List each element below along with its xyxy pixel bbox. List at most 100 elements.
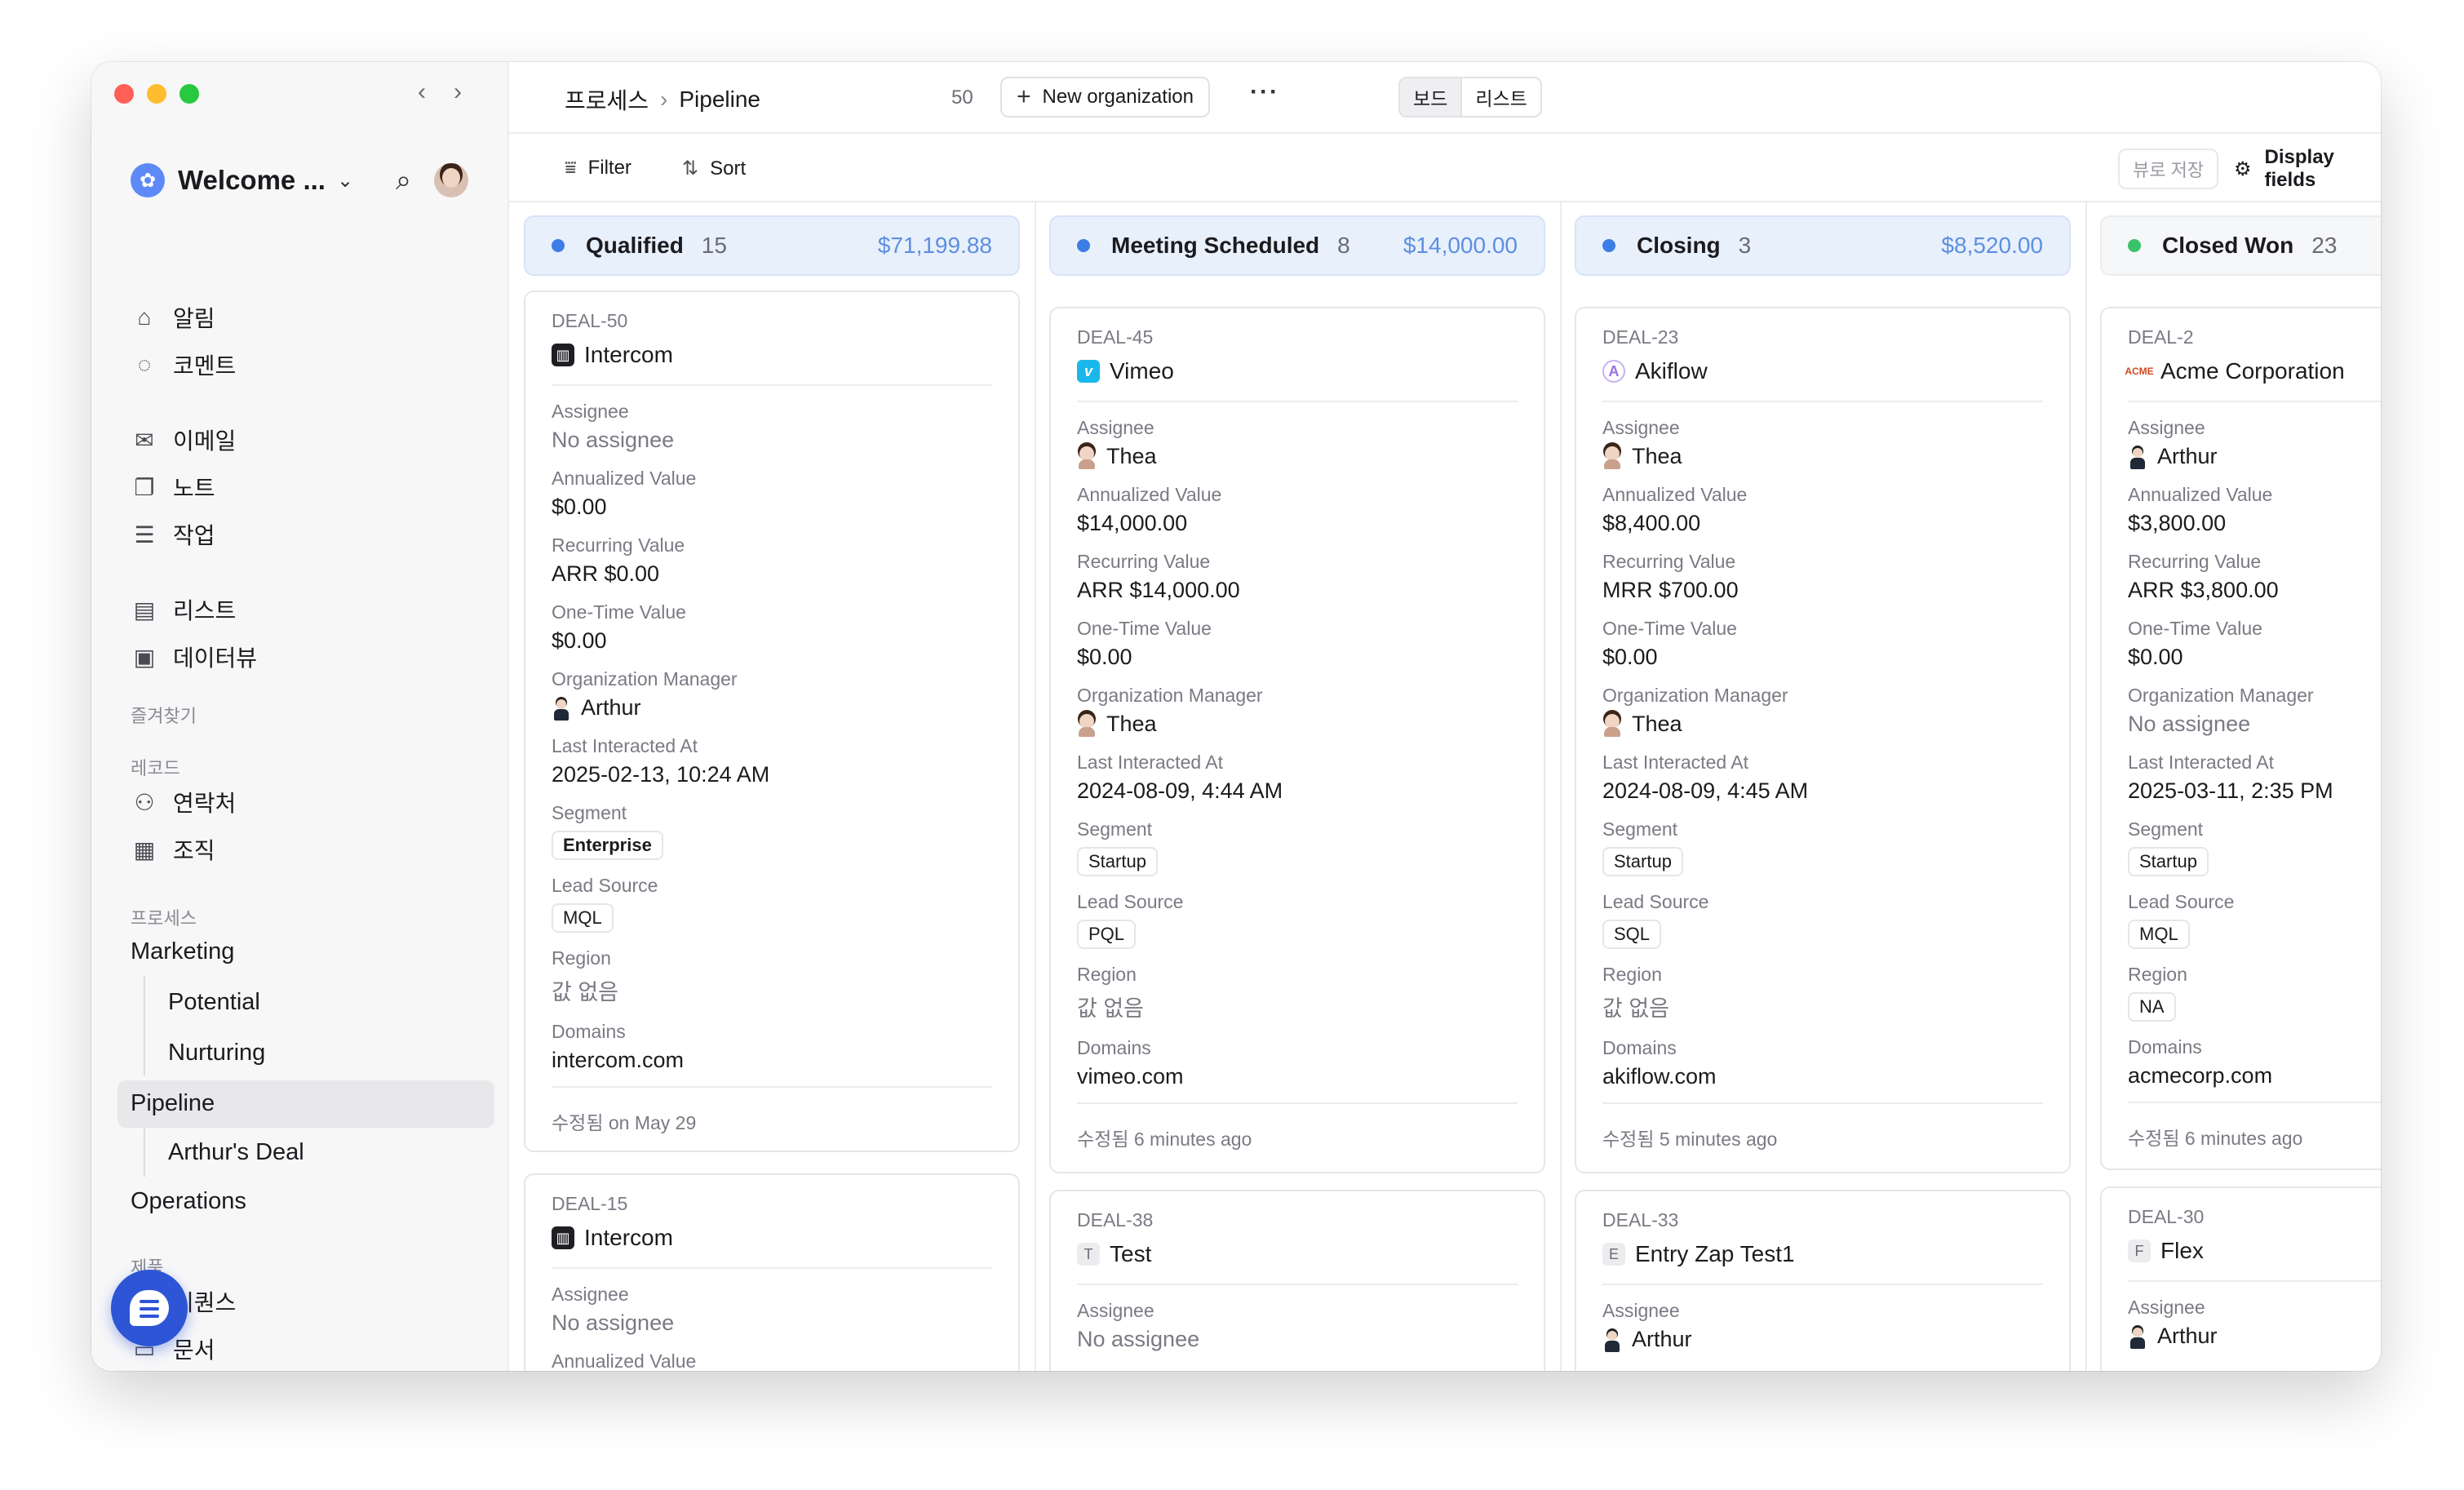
sidebar-item-label: 작업: [173, 523, 215, 548]
deal-card[interactable]: DEAL-30 F Flex Assignee Arthur: [2100, 1186, 2381, 1371]
org-letter-icon: F: [2128, 1239, 2151, 1262]
sidebar-item-contacts[interactable]: ⚇ 연락처: [131, 782, 236, 823]
sidebar-item-dataview[interactable]: ▣ 데이터뷰: [131, 636, 257, 677]
arthur-avatar-icon: [2128, 445, 2147, 469]
arthur-avatar-icon: [1602, 1328, 1622, 1352]
assignee-value: Thea: [1602, 444, 2043, 469]
sidebar-item-arthurs-deal[interactable]: Arthur's Deal: [168, 1139, 304, 1166]
field-label: One-Time Value: [2128, 618, 2262, 639]
field-label: Assignee: [552, 1284, 629, 1305]
field-label: Region: [1602, 964, 1662, 985]
checklist-icon: ☰: [134, 521, 155, 548]
forward-arrow-icon[interactable]: ›: [454, 78, 462, 106]
field-label: Assignee: [1077, 417, 1154, 438]
more-options-icon[interactable]: ···: [1250, 78, 1279, 106]
filter-button[interactable]: ⩸ Filter: [565, 157, 632, 180]
sidebar-item-notifications[interactable]: ⌂ 알림: [131, 297, 215, 338]
workspace-switcher[interactable]: ✿ Welcome ... ⌄ ⌕: [131, 152, 468, 209]
deal-org: F Flex: [2128, 1238, 2381, 1282]
onetime-value: $0.00: [1602, 645, 1658, 669]
annualized-value: $0.00: [552, 494, 607, 519]
deal-card[interactable]: DEAL-15 ▥ Intercom Assignee No assignee …: [524, 1173, 1020, 1371]
sidebar-item-potential[interactable]: Potential: [168, 989, 260, 1016]
save-view-button[interactable]: 뷰로 저장: [2118, 149, 2219, 189]
minimize-window-button[interactable]: [147, 84, 166, 104]
leadsource-tag: MQL: [552, 903, 614, 933]
column-header[interactable]: Closed Won 23: [2100, 215, 2381, 276]
field-label: Assignee: [552, 401, 629, 422]
close-window-button[interactable]: [114, 84, 134, 104]
workspace-name: Welcome ...: [178, 165, 326, 195]
column-divider: [1560, 202, 1562, 1371]
assignee-value: Arthur: [2128, 444, 2381, 469]
sidebar-item-label: 노트: [173, 476, 215, 501]
akiflow-logo-icon: A: [1602, 360, 1625, 383]
field-label: Domains: [1077, 1037, 1151, 1058]
new-organization-button[interactable]: + New organization: [1000, 77, 1210, 118]
org-name: Intercom: [584, 1225, 673, 1250]
breadcrumb-parent[interactable]: 프로세스: [565, 83, 649, 116]
annualized-value: $3,800.00: [2128, 511, 2227, 535]
deal-card[interactable]: DEAL-2 ACME Acme Corporation Assignee Ar…: [2100, 307, 2381, 1170]
maximize-window-button[interactable]: [179, 84, 199, 104]
sidebar-item-organizations[interactable]: ▦ 조직: [131, 829, 215, 870]
assignee-value: Thea: [1077, 444, 1518, 469]
display-fields-button[interactable]: ⚙ Display fields: [2222, 146, 2381, 191]
assignee-value: No assignee: [1077, 1327, 1200, 1351]
view-list-tab[interactable]: 리스트: [1462, 78, 1540, 116]
deal-org: A Akiflow: [1602, 358, 2043, 402]
view-board-tab[interactable]: 보드: [1400, 78, 1463, 116]
sidebar-item-notes[interactable]: ❐ 노트: [131, 467, 215, 508]
field-label: Organization Manager: [552, 668, 738, 690]
sidebar-item-tasks[interactable]: ☰ 작업: [131, 514, 215, 555]
assignee-value: No assignee: [552, 1310, 675, 1335]
status-dot: [2128, 239, 2141, 252]
modified-timestamp: 수정됨 5 minutes ago: [1602, 1102, 2043, 1151]
domains-value: intercom.com: [552, 1048, 685, 1072]
sort-button[interactable]: ⇅ Sort: [682, 157, 746, 180]
field-label: Assignee: [1602, 1300, 1680, 1321]
field-label: Domains: [2128, 1036, 2202, 1058]
sidebar-item-comments[interactable]: ◌ 코멘트: [131, 344, 237, 385]
column-header[interactable]: Qualified 15 $71,199.88: [524, 215, 1020, 276]
column-name: Closing: [1637, 233, 1721, 258]
deal-card[interactable]: DEAL-50 ▥ Intercom Assignee No assignee …: [524, 290, 1020, 1152]
back-arrow-icon[interactable]: ‹: [418, 78, 426, 106]
sidebar-item-operations[interactable]: Operations: [131, 1188, 246, 1215]
sidebar-item-nurturing[interactable]: Nurturing: [168, 1040, 265, 1067]
segment-tag: Startup: [1602, 847, 1683, 876]
chat-support-button[interactable]: [111, 1270, 188, 1346]
field-label: Lead Source: [1077, 891, 1184, 912]
recurring-value: MRR $700.00: [1602, 578, 1739, 602]
avatar[interactable]: [434, 163, 468, 197]
sidebar-item-label: 문서: [173, 1337, 215, 1363]
deal-card[interactable]: DEAL-38 T Test Assignee No assignee: [1049, 1190, 1545, 1371]
sidebar-item-email[interactable]: ✉ 이메일: [131, 419, 236, 460]
domains-value: akiflow.com: [1602, 1064, 1717, 1089]
field-label: Last Interacted At: [2128, 752, 2275, 773]
history-nav: ‹ ›: [418, 78, 462, 106]
column-header[interactable]: Meeting Scheduled 8 $14,000.00: [1049, 215, 1545, 276]
record-count: 50: [951, 86, 973, 109]
modified-timestamp: 수정됨 6 minutes ago: [2128, 1102, 2381, 1151]
search-icon[interactable]: ⌕: [396, 165, 411, 197]
deal-org: ▥ Intercom: [552, 1225, 992, 1269]
org-name: Vimeo: [1110, 358, 1174, 384]
column-header[interactable]: Closing 3 $8,520.00: [1575, 215, 2071, 276]
breadcrumb: 프로세스 › Pipeline: [565, 83, 760, 116]
field-label: Domains: [1602, 1037, 1677, 1058]
domains-value: vimeo.com: [1077, 1064, 1184, 1089]
sidebar-item-label: 연락처: [173, 791, 237, 816]
orgmanager-value: Arthur: [552, 695, 992, 721]
display-fields-label: Display fields: [2264, 146, 2334, 191]
topbar: 프로세스 › Pipeline 50 + New organization ··…: [509, 62, 2381, 134]
deal-card[interactable]: DEAL-23 A Akiflow Assignee Thea Annualiz…: [1575, 307, 2071, 1173]
column-divider: [1035, 202, 1036, 1371]
main-content: 프로세스 › Pipeline 50 + New organization ··…: [509, 62, 2381, 1371]
deal-id: DEAL-45: [1077, 326, 1154, 348]
sidebar-item-marketing[interactable]: Marketing: [131, 938, 234, 965]
sidebar-item-lists[interactable]: ▤ 리스트: [131, 589, 237, 630]
filter-icon: ⩸: [565, 157, 577, 179]
deal-card[interactable]: DEAL-45 v Vimeo Assignee Thea Annualized…: [1049, 307, 1545, 1173]
deal-card[interactable]: DEAL-33 E Entry Zap Test1 Assignee Arthu…: [1575, 1190, 2071, 1371]
